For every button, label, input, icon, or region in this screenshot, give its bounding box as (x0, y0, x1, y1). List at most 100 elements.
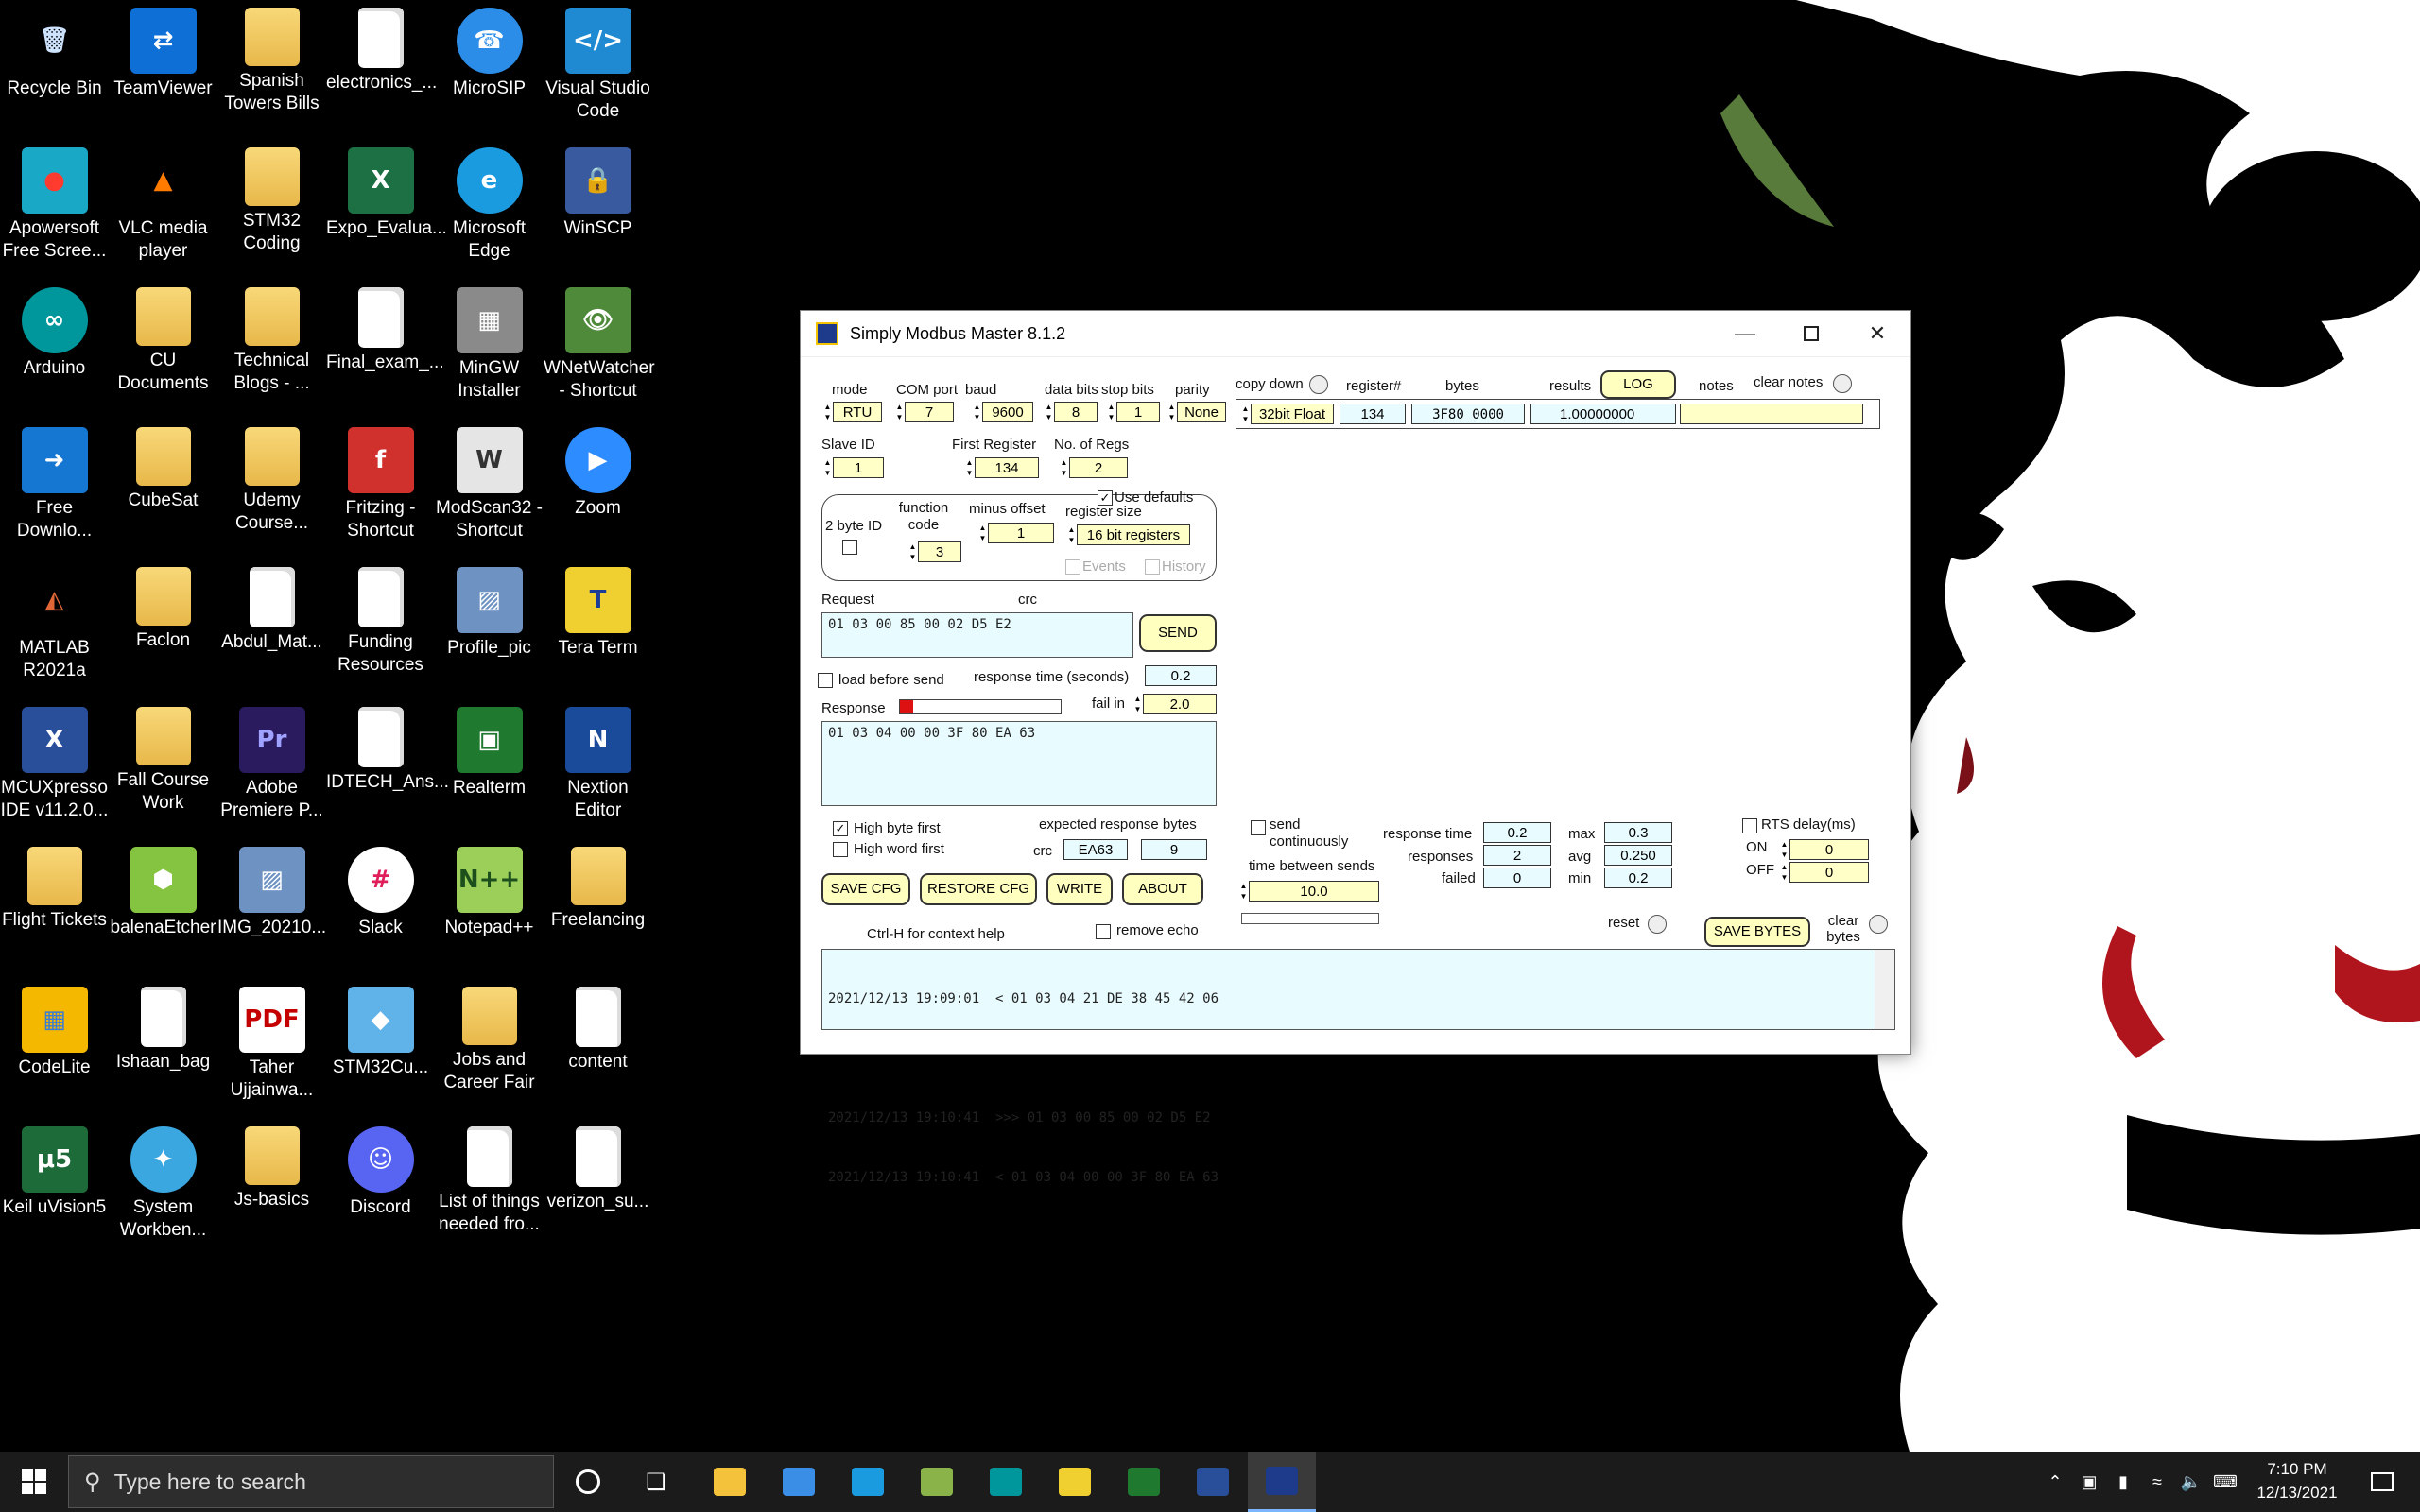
close-button[interactable]: ✕ (1844, 311, 1910, 356)
desktop-icon-flight-tickets[interactable]: Flight Tickets (0, 839, 109, 977)
desktop-icon-final-exam[interactable]: Final_exam_... (326, 280, 444, 418)
notes-field[interactable] (1680, 404, 1863, 424)
first-register-field[interactable]: 134 (975, 457, 1039, 478)
desktop-icon-free-downlo[interactable]: ➜ Free Downlo... (0, 420, 109, 558)
desktop-icon-img-20210[interactable]: ▨ IMG_20210... (217, 839, 326, 977)
data-bits-spinner-icon[interactable]: ▲ ▼ (1045, 402, 1053, 422)
log-scrollbar[interactable] (1875, 950, 1894, 1029)
taskbar-app-file-explorer[interactable] (696, 1452, 764, 1512)
rts-on-field[interactable]: 0 (1789, 839, 1869, 860)
security-tray-icon[interactable]: ▣ (2074, 1452, 2104, 1512)
volume-icon[interactable]: 🔈 (2176, 1452, 2206, 1512)
response-field[interactable]: 01 03 04 00 00 3F 80 EA 63 (821, 721, 1217, 806)
desktop-icon-keil-uvision5[interactable]: μ5 Keil uVision5 (0, 1119, 109, 1257)
save-bytes-button[interactable]: SAVE BYTES (1704, 917, 1810, 947)
data-bits-field[interactable]: 8 (1054, 402, 1098, 422)
desktop-icon-nextion-editor[interactable]: N Nextion Editor (544, 699, 652, 837)
parity-field[interactable]: None (1177, 402, 1226, 422)
desktop-icon-visual-studio-code[interactable]: </> Visual Studio Code (544, 0, 652, 138)
high-byte-first-checkbox[interactable]: ✓ (833, 821, 848, 836)
desktop-icon-system-workben[interactable]: ✦ System Workben... (109, 1119, 217, 1257)
desktop-icon-recycle-bin[interactable]: 🗑 Recycle Bin (0, 0, 109, 138)
bytes-field[interactable]: 3F80 0000 (1411, 404, 1525, 424)
taskbar-app-arduino[interactable] (972, 1452, 1040, 1512)
first-register-spinner-icon[interactable]: ▲ ▼ (965, 457, 974, 478)
desktop-icon-content[interactable]: content (544, 979, 652, 1117)
notifications-button[interactable] (2356, 1452, 2409, 1512)
two-byte-id-checkbox[interactable] (842, 540, 857, 555)
write-button[interactable]: WRITE (1046, 873, 1113, 905)
desktop-icon-balenaetcher[interactable]: ⬢ balenaEtcher (109, 839, 217, 977)
taskbar-search-box[interactable]: ⚲ Type here to search (68, 1455, 554, 1508)
function-code-spinner-icon[interactable]: ▲ ▼ (908, 541, 917, 562)
taskbar-app-expo-app[interactable] (903, 1452, 971, 1512)
desktop-icon-discord[interactable]: ☺ Discord (326, 1119, 435, 1257)
desktop-icon-verizon-su[interactable]: verizon_su... (544, 1119, 652, 1257)
show-hidden-icons-button[interactable]: ⌃ (2040, 1452, 2070, 1512)
baud-field[interactable]: 9600 (982, 402, 1033, 422)
function-code-field[interactable]: 3 (918, 541, 961, 562)
desktop-icon-udemy-course[interactable]: Udemy Course... (217, 420, 326, 558)
register-size-spinner-icon[interactable]: ▲ ▼ (1067, 524, 1076, 545)
minus-offset-field[interactable]: 1 (988, 523, 1054, 543)
wifi-icon[interactable]: ≈ (2142, 1452, 2172, 1512)
desktop-icon-expo-evalua[interactable]: X Expo_Evalua... (326, 140, 447, 278)
desktop-icon-fall-course-work[interactable]: Fall Course Work (109, 699, 217, 837)
time-between-sends-field[interactable]: 10.0 (1249, 881, 1379, 902)
data-type-field[interactable]: 32bit Float (1251, 404, 1334, 424)
taskbar-app-realterm[interactable] (1110, 1452, 1178, 1512)
baud-spinner-icon[interactable]: ▲ ▼ (973, 402, 981, 422)
slave-id-spinner-icon[interactable]: ▲ ▼ (823, 457, 832, 478)
clear-notes-button[interactable] (1833, 374, 1852, 393)
com-port-spinner-icon[interactable]: ▲ ▼ (895, 402, 904, 422)
desktop-icon-zoom[interactable]: ▶ Zoom (544, 420, 652, 558)
slave-id-field[interactable]: 1 (833, 457, 884, 478)
com-port-field[interactable]: 7 (905, 402, 954, 422)
taskbar-clock[interactable]: 7:10 PM 12/13/2021 (2240, 1457, 2354, 1504)
desktop-icon-tera-term[interactable]: T Tera Term (544, 559, 652, 697)
desktop-icon-codelite[interactable]: ▦ CodeLite (0, 979, 109, 1117)
desktop-icon-microsoft-edge[interactable]: e Microsoft Edge (435, 140, 544, 278)
desktop-icon-electronics[interactable]: electronics_... (326, 0, 437, 138)
clear-bytes-button[interactable] (1869, 915, 1888, 934)
desktop-icon-profile-pic[interactable]: ▨ Profile_pic (435, 559, 544, 697)
desktop-icon-vlc-media-player[interactable]: ▲ VLC media player (109, 140, 217, 278)
desktop-icon-spanish-towers-bills[interactable]: Spanish Towers Bills (217, 0, 326, 138)
desktop-icon-ishaan-bag[interactable]: Ishaan_bag (109, 979, 217, 1117)
desktop-icon-notepad[interactable]: N++ Notepad++ (435, 839, 544, 977)
desktop-icon-stm32-coding[interactable]: STM32 Coding (217, 140, 326, 278)
rts-on-spinner-icon[interactable]: ▲ ▼ (1780, 839, 1789, 860)
input-method-icon[interactable]: ⌨ (2210, 1452, 2240, 1512)
title-bar[interactable]: Simply Modbus Master 8.1.2 — ✕ (801, 311, 1910, 357)
high-word-first-checkbox[interactable] (833, 842, 848, 857)
start-button[interactable] (0, 1452, 68, 1512)
copy-down-button[interactable] (1309, 375, 1328, 394)
desktop-icon-realterm[interactable]: ▣ Realterm (435, 699, 544, 837)
desktop-icon-stm32cu[interactable]: ◆ STM32Cu... (326, 979, 435, 1117)
desktop-icon-slack[interactable]: # Slack (326, 839, 435, 977)
stop-bits-field[interactable]: 1 (1116, 402, 1160, 422)
desktop-icon-microsip[interactable]: ☎ MicroSIP (435, 0, 544, 138)
maximize-button[interactable] (1778, 311, 1844, 356)
remove-echo-checkbox[interactable] (1096, 924, 1111, 939)
desktop-icon-funding-resources[interactable]: Funding Resources (326, 559, 435, 697)
desktop-icon-abdul-mat[interactable]: Abdul_Mat... (217, 559, 326, 697)
battery-icon[interactable]: ▮ (2108, 1452, 2138, 1512)
parity-spinner-icon[interactable]: ▲ ▼ (1167, 402, 1176, 422)
reset-button[interactable] (1648, 915, 1667, 934)
taskbar-app-mcuxpresso[interactable] (1179, 1452, 1247, 1512)
taskbar-app-teraterm[interactable] (1041, 1452, 1109, 1512)
desktop-icon-js-basics[interactable]: Js-basics (217, 1119, 326, 1257)
desktop-icon-mcuxpresso-ide-v11-2-0[interactable]: X MCUXpresso IDE v11.2.0... (0, 699, 109, 837)
cortana-button[interactable] (554, 1452, 622, 1512)
taskbar-app-store[interactable] (765, 1452, 833, 1512)
desktop-icon-mingw-installer[interactable]: ▦ MinGW Installer (435, 280, 544, 418)
request-field[interactable]: 01 03 00 85 00 02 D5 E2 (821, 612, 1133, 658)
mode-spinner-icon[interactable]: ▲ ▼ (823, 402, 832, 422)
load-before-send-checkbox[interactable] (818, 673, 833, 688)
register-size-field[interactable]: 16 bit registers (1077, 524, 1190, 545)
time-between-sends-spinner-icon[interactable]: ▲ ▼ (1239, 881, 1248, 902)
desktop-icon-cubesat[interactable]: CubeSat (109, 420, 217, 558)
rts-delay-checkbox[interactable] (1742, 818, 1757, 833)
save-cfg-button[interactable]: SAVE CFG (821, 873, 910, 905)
